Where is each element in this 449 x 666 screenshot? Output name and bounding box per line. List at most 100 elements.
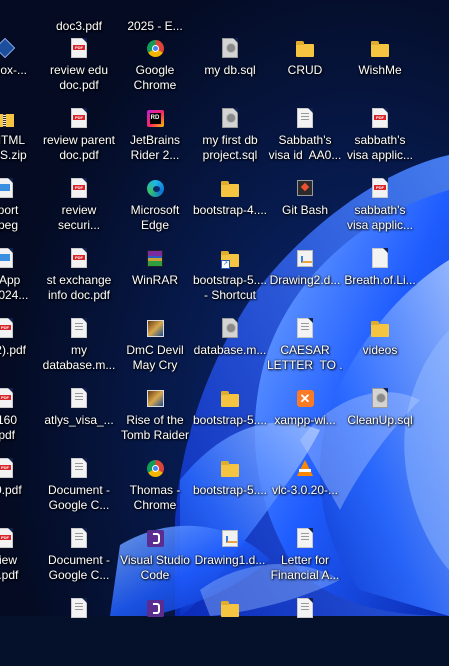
desktop-icon[interactable]: my database.m... xyxy=(41,316,117,386)
desktop-icon[interactable]: PDF 60.pdf xyxy=(0,456,43,526)
desktop-icon[interactable]: vlc-3.0.20-... xyxy=(267,456,343,526)
desktop-icon[interactable]: PDF review edu doc.pdf xyxy=(41,36,117,106)
pdf-file-icon: PDF xyxy=(69,248,89,268)
desktop-icon[interactable]: PDF review parent doc.pdf xyxy=(41,106,117,176)
desktop-icon-label: review edu doc.pdf xyxy=(49,63,109,92)
audio-file-icon xyxy=(370,248,390,268)
desktop-icon[interactable]: Letter for Financial A... xyxy=(267,526,343,596)
pdf-file-icon: PDF xyxy=(0,458,15,478)
desktop-icon[interactable]: atlys_visa_... xyxy=(41,386,117,456)
document-file-icon xyxy=(295,528,315,548)
desktop-icon-label: Letter for Financial A... xyxy=(270,553,340,582)
pdf-file-icon: PDF xyxy=(370,108,390,128)
desktop-icon[interactable]: PDF sabbath's visa applic... xyxy=(342,106,418,176)
folder-icon xyxy=(220,598,240,618)
desktop-icon[interactable]: PDF ) (2).pdf xyxy=(0,316,43,386)
vscode-icon xyxy=(145,528,165,548)
desktop-icon-label: Microsoft Edge xyxy=(130,203,180,232)
desktop-icon[interactable]: Thomas - Chrome xyxy=(117,456,193,526)
pdf-file-icon: PDF xyxy=(0,318,15,338)
desktop-icon[interactable] xyxy=(117,596,193,666)
desktop-icon-label: ) (2).pdf xyxy=(0,343,26,357)
desktop-icon-label: Rise of the Tomb Raider xyxy=(120,413,190,442)
desktop-icon-label: CleanUp.sql xyxy=(347,413,413,427)
text-file-icon xyxy=(295,318,315,338)
desktop-icon[interactable]: my db.sql xyxy=(192,36,268,106)
desktop-icon-label: bootstrap-5.... xyxy=(192,413,268,427)
sql-file-icon xyxy=(220,318,240,338)
desktop-icon[interactable]: PDF -160 .pdf xyxy=(0,386,43,456)
desktop-icon[interactable]: PDF st exchange info doc.pdf xyxy=(41,246,117,316)
desktop-icon[interactable]: bootstrap-5.... xyxy=(192,386,268,456)
desktop-icon[interactable]: JetBrains Rider 2... xyxy=(117,106,193,176)
desktop-icon[interactable]: Git Bash xyxy=(267,176,343,246)
desktop-icon[interactable]: WishMe xyxy=(342,36,418,106)
sql-file-icon xyxy=(220,38,240,58)
desktop-icon-label: bootstrap-5.... xyxy=(192,483,268,497)
desktop-icon[interactable]: CleanUp.sql xyxy=(342,386,418,456)
desktop-icon-label: Drawing1.d... xyxy=(194,553,266,567)
desktop-icon-label: Document - Google C... xyxy=(47,553,111,582)
desktop-icon[interactable]: tsApp e 2024... xyxy=(0,246,43,316)
desktop-icon-label: CRUD xyxy=(287,63,323,77)
desktop-icon[interactable]: WinRAR xyxy=(117,246,193,316)
desktop-icon-label: Visual Studio Code xyxy=(120,553,190,582)
desktop-icon[interactable]: Document - Google C... xyxy=(41,526,117,596)
desktop-icon-label: my database.m... xyxy=(42,343,116,372)
desktop-icon[interactable]: videos xyxy=(342,316,418,386)
desktop-icon-label: WinRAR xyxy=(131,273,178,287)
desktop-icon[interactable]: Rise of the Tomb Raider xyxy=(117,386,193,456)
pdf-file-icon: PDF xyxy=(69,108,89,128)
edge-icon xyxy=(145,178,165,198)
document-file-icon xyxy=(295,108,315,128)
xampp-icon xyxy=(295,388,315,408)
desktop-icon[interactable]: PDF review securi... xyxy=(41,176,117,246)
desktop-icon-label: Thomas - Chrome xyxy=(129,483,181,512)
desktop-icon[interactable]: sport .jpeg xyxy=(0,176,43,246)
desktop-icon-label: my first db project.sql xyxy=(202,133,258,162)
desktop-icon[interactable]: Google Chrome xyxy=(117,36,193,106)
desktop-icon[interactable]: Breath.of.Li... xyxy=(342,246,418,316)
pdf-file-icon: PDF xyxy=(370,178,390,198)
desktop-icon-label: my db.sql xyxy=(204,63,256,77)
desktop-icon[interactable]: Document - Google C... xyxy=(41,456,117,526)
desktop-icon[interactable]: bootstrap-4.... xyxy=(192,176,268,246)
document-file-icon xyxy=(69,598,89,618)
drawio-file-icon xyxy=(295,248,315,268)
desktop-icon[interactable]: Microsoft Edge xyxy=(117,176,193,246)
vlc-icon xyxy=(295,458,315,478)
desktop-icon[interactable] xyxy=(267,596,343,666)
desktop-icon[interactable]: bootstrap-5.... xyxy=(192,456,268,526)
desktop-icon[interactable]: CAESAR LETTER TO ... xyxy=(267,316,343,386)
document-file-icon xyxy=(295,598,315,618)
document-file-icon xyxy=(69,458,89,478)
desktop-icon[interactable]: database.m... xyxy=(192,316,268,386)
desktop-icon[interactable]: Drawing2.d... xyxy=(267,246,343,316)
desktop-icon[interactable] xyxy=(41,596,117,666)
desktop-icon-label: sabbath's visa applic... xyxy=(346,203,414,232)
desktop-icon[interactable]: Visual Studio Code xyxy=(117,526,193,596)
desktop-icon-label: review parent doc.pdf xyxy=(42,133,116,162)
desktop-icon-label: alBox-... xyxy=(0,63,27,77)
image-file-icon xyxy=(0,248,15,268)
desktop-icon[interactable] xyxy=(192,596,268,666)
desktop-icon[interactable]: CRUD xyxy=(267,36,343,106)
desktop-icon[interactable]: - HTML CSS.zip xyxy=(0,106,43,176)
folder-icon xyxy=(295,38,315,58)
desktop-icon[interactable]: PDF sabbath's visa applic... xyxy=(342,176,418,246)
desktop-icon[interactable]: my first db project.sql xyxy=(192,106,268,176)
document-file-icon xyxy=(69,318,89,338)
desktop-icon[interactable]: DmC Devil May Cry xyxy=(117,316,193,386)
chrome-icon xyxy=(145,38,165,58)
pdf-file-icon: PDF xyxy=(69,178,89,198)
desktop-icon[interactable]: alBox-... xyxy=(0,36,43,106)
desktop-icon[interactable]: xampp-wi... xyxy=(267,386,343,456)
desktop-icon[interactable]: Drawing1.d... xyxy=(192,526,268,596)
desktop-icon-label: videos xyxy=(362,343,398,357)
desktop-icon[interactable]: Sabbath's visa id AA0... xyxy=(267,106,343,176)
desktop-icon-label: DmC Devil May Cry xyxy=(126,343,184,372)
desktop-icon-label: Git Bash xyxy=(281,203,329,217)
desktop-icon[interactable]: PDF view 1.pdf xyxy=(0,526,43,596)
folder-icon xyxy=(220,178,240,198)
desktop-icon[interactable]: ↗ bootstrap-5.... - Shortcut xyxy=(192,246,268,316)
